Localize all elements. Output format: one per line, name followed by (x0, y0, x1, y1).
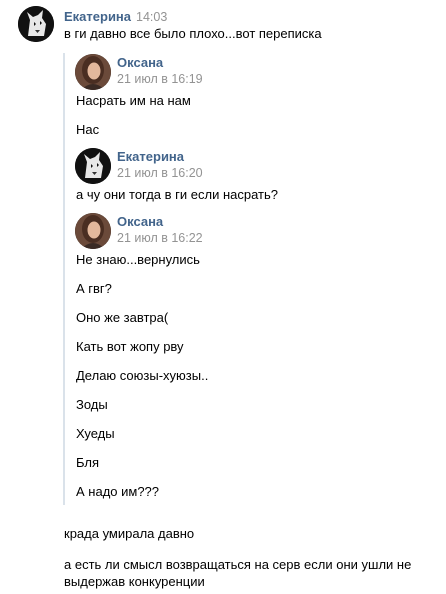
forwarded-text: Делаю союзы-хуюзы.. (76, 368, 209, 383)
forwarded-text: Бля (76, 455, 100, 470)
avatar[interactable] (75, 54, 111, 90)
message-text: крада умирала давно (64, 526, 195, 541)
avatar[interactable] (18, 6, 54, 42)
avatar[interactable] (75, 148, 111, 184)
forwarded-author[interactable]: Екатерина (117, 149, 184, 164)
message-text: в ги давно все было плохо...вот переписк… (64, 26, 322, 41)
wolf-avatar-icon (75, 148, 111, 184)
avatar[interactable] (75, 213, 111, 249)
forwarded-text: Нас (76, 122, 100, 137)
forwarded-text: Насрать им на нам (76, 93, 191, 108)
forwarded-text: А гвг? (76, 281, 112, 296)
message-text: а есть ли смысл возвращаться на серв есл… (64, 557, 412, 572)
forwarded-time[interactable]: 21 июл в 16:19 (117, 72, 203, 86)
forwarded-time[interactable]: 21 июл в 16:22 (117, 231, 203, 245)
message-author[interactable]: Екатерина (64, 9, 131, 24)
forwarded-text: Не знаю...вернулись (76, 252, 200, 267)
forwarded-text: Оно же завтра( (76, 310, 169, 325)
forwarded-author[interactable]: Оксана (117, 214, 163, 229)
forwarded-text: Кать вот жопу рву (76, 339, 184, 354)
woman-avatar-icon (75, 54, 111, 90)
forwarded-author[interactable]: Оксана (117, 55, 163, 70)
forwarded-text: Зоды (76, 397, 108, 412)
wolf-avatar-icon (18, 6, 54, 42)
forwarded-time[interactable]: 21 июл в 16:20 (117, 166, 203, 180)
forwarded-border (63, 53, 65, 505)
woman-avatar-icon (75, 213, 111, 249)
message-time[interactable]: 14:03 (136, 10, 167, 24)
forwarded-text: Хуеды (76, 426, 115, 441)
forwarded-text: А надо им??? (76, 484, 160, 499)
message-text: выдержав конкуренции (64, 574, 205, 589)
forwarded-text: а чу они тогда в ги если насрать? (76, 187, 278, 202)
